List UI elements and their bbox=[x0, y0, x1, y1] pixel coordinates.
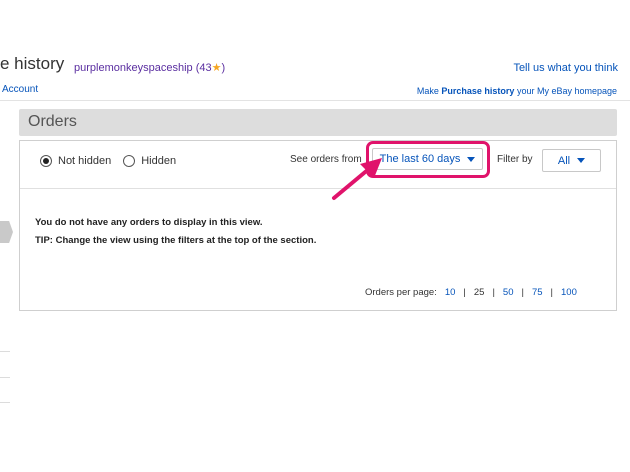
radio-hidden[interactable]: Hidden bbox=[123, 155, 176, 167]
header-divider bbox=[0, 100, 630, 101]
feedback-link[interactable]: Tell us what you think bbox=[513, 62, 618, 74]
annotation-arrow-icon bbox=[332, 158, 382, 200]
chevron-down-icon bbox=[577, 158, 586, 163]
sidebar-divider bbox=[0, 377, 10, 378]
page-title-text: e history bbox=[0, 54, 65, 73]
per-page-option[interactable]: 50 bbox=[495, 287, 522, 298]
per-page-option[interactable]: 100 bbox=[553, 287, 585, 298]
radio-not-hidden[interactable]: Not hidden bbox=[40, 155, 111, 167]
make-homepage-link[interactable]: Make Purchase history your My eBay homep… bbox=[417, 86, 617, 96]
orders-per-page: Orders per page: 10 | 25 | 50 | 75 | 100 bbox=[365, 287, 585, 298]
feedback-close: ) bbox=[221, 62, 226, 74]
orders-section-title: Orders bbox=[28, 113, 77, 130]
account-link[interactable]: Account bbox=[2, 84, 38, 95]
sidebar-divider bbox=[0, 351, 10, 352]
sidebar-collapse-handle[interactable] bbox=[0, 221, 13, 243]
per-page-label: Orders per page: bbox=[365, 287, 437, 298]
per-page-option[interactable]: 75 bbox=[524, 287, 551, 298]
chevron-down-icon bbox=[467, 156, 476, 162]
page-title: e history bbox=[0, 54, 64, 74]
orders-panel: Not hidden Hidden See orders from The la… bbox=[19, 140, 617, 311]
homepage-prefix: Make bbox=[416, 86, 442, 96]
radio-hidden-label: Hidden bbox=[141, 155, 177, 167]
radio-hidden-dot[interactable] bbox=[123, 155, 136, 167]
star-icon: ★ bbox=[211, 62, 222, 74]
feedback-score[interactable]: (43 bbox=[196, 62, 212, 74]
username-link[interactable]: purplemonkeyspaceship bbox=[74, 62, 193, 74]
empty-orders-message: You do not have any orders to display in… bbox=[35, 217, 263, 228]
per-page-option[interactable]: 10 bbox=[437, 287, 464, 298]
homepage-suffix: your My eBay homepage bbox=[514, 86, 617, 96]
sidebar-divider bbox=[0, 402, 10, 403]
visibility-radio-group: Not hidden Hidden bbox=[40, 155, 188, 167]
homepage-bold: Purchase history bbox=[441, 86, 515, 96]
period-dropdown-value: The last 60 days bbox=[379, 153, 461, 165]
radio-not-hidden-label: Not hidden bbox=[58, 155, 112, 167]
orders-section-header: Orders bbox=[19, 109, 617, 136]
user-info: purplemonkeyspaceship (43★) bbox=[74, 61, 225, 74]
panel-divider bbox=[20, 188, 616, 189]
tip-message: TIP: Change the view using the filters a… bbox=[35, 235, 317, 246]
filter-dropdown-value: All bbox=[557, 154, 571, 167]
filter-dropdown[interactable]: All bbox=[542, 149, 601, 172]
per-page-option-current: 25 bbox=[473, 287, 485, 298]
filter-by-label: Filter by bbox=[497, 154, 533, 165]
radio-not-hidden-dot[interactable] bbox=[40, 155, 52, 167]
